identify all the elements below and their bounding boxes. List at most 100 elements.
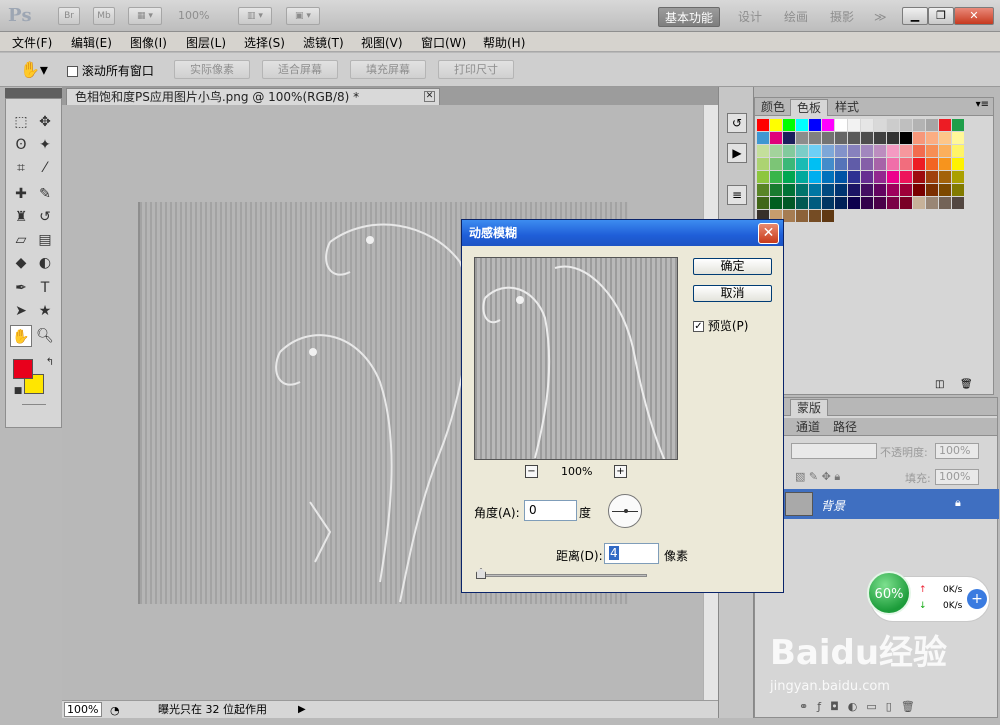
color-swatch[interactable] [874, 132, 886, 144]
dodge-tool-icon[interactable]: ◐ [34, 252, 56, 274]
color-swatch[interactable] [874, 184, 886, 196]
color-swatch[interactable] [757, 145, 769, 157]
color-swatch[interactable] [900, 184, 912, 196]
history-panel-icon[interactable]: ↺ [727, 113, 747, 133]
color-swatch[interactable] [757, 119, 769, 131]
actual-pixels-button[interactable]: 实际像素 [174, 60, 250, 79]
color-swatch[interactable] [926, 171, 938, 183]
color-swatch[interactable] [861, 132, 873, 144]
color-swatch[interactable] [835, 132, 847, 144]
angle-dial[interactable] [608, 494, 642, 528]
color-swatch[interactable] [952, 184, 964, 196]
filter-preview[interactable] [474, 257, 678, 460]
color-swatch[interactable] [848, 184, 860, 196]
color-swatch[interactable] [822, 171, 834, 183]
color-swatch[interactable] [887, 197, 899, 209]
color-swatch[interactable] [796, 171, 808, 183]
add-icon[interactable]: + [967, 589, 987, 609]
color-swatch[interactable] [939, 132, 951, 144]
color-swatch[interactable] [796, 132, 808, 144]
ok-button[interactable]: 确定 [693, 258, 772, 275]
zoom-tool-icon[interactable]: 🔍︎ [34, 325, 56, 347]
color-swatch[interactable] [913, 119, 925, 131]
panel-menu-icon[interactable]: ▾≡ [976, 99, 989, 110]
color-swatch[interactable] [770, 171, 782, 183]
color-swatch[interactable] [796, 145, 808, 157]
crop-tool-icon[interactable]: ⌗ [10, 157, 32, 179]
toolbox-header[interactable] [5, 88, 62, 98]
shape-tool-icon[interactable]: ★ [34, 300, 56, 322]
color-swatch[interactable] [835, 197, 847, 209]
distance-slider-track[interactable] [482, 574, 647, 577]
color-swatch[interactable] [809, 145, 821, 157]
color-swatch[interactable] [848, 145, 860, 157]
eraser-tool-icon[interactable]: ▱ [10, 229, 32, 251]
menu-file[interactable]: 文件(F) [12, 34, 52, 51]
workspace-design[interactable]: 设计 [732, 7, 768, 27]
color-swatch[interactable] [822, 145, 834, 157]
eyedropper-tool-icon[interactable]: ⁄ [34, 157, 56, 179]
color-swatch[interactable] [848, 197, 860, 209]
color-swatch[interactable] [770, 158, 782, 170]
bridge-button[interactable]: Br [58, 7, 80, 25]
zoom-in-button[interactable]: + [614, 465, 627, 478]
color-swatch[interactable] [770, 197, 782, 209]
distance-input[interactable]: 4 [604, 543, 659, 564]
color-swatch[interactable] [861, 145, 873, 157]
cancel-button[interactable]: 取消 [693, 285, 772, 302]
color-swatch[interactable] [835, 184, 847, 196]
screen-mode-button[interactable]: ▣ ▾ [286, 7, 320, 25]
foreground-color-swatch[interactable] [13, 359, 33, 379]
menu-view[interactable]: 视图(V) [361, 34, 403, 51]
color-swatch[interactable] [770, 145, 782, 157]
color-swatch[interactable] [913, 197, 925, 209]
color-swatch[interactable] [913, 184, 925, 196]
color-swatch[interactable] [822, 197, 834, 209]
color-swatch[interactable] [809, 210, 821, 222]
hand-tool-icon[interactable]: ✋ [10, 325, 32, 347]
color-swatch[interactable] [757, 171, 769, 183]
restore-button[interactable]: ❐ [928, 7, 954, 25]
actions-panel-icon[interactable]: ▶ [727, 143, 747, 163]
color-swatch[interactable] [822, 184, 834, 196]
color-swatch[interactable] [783, 197, 795, 209]
color-swatch[interactable] [874, 119, 886, 131]
color-swatch[interactable] [770, 132, 782, 144]
tab-paths[interactable]: 路径 [827, 419, 863, 436]
color-swatch[interactable] [848, 119, 860, 131]
color-swatch[interactable] [822, 119, 834, 131]
workspace-essentials[interactable]: 基本功能 [658, 7, 721, 27]
color-swatch[interactable] [770, 184, 782, 196]
close-window-button[interactable]: ✕ [954, 7, 994, 25]
lasso-tool-icon[interactable]: ʘ [10, 134, 32, 156]
color-swatch[interactable] [887, 158, 899, 170]
color-swatch[interactable] [861, 197, 873, 209]
color-swatch[interactable] [874, 197, 886, 209]
brush-tool-icon[interactable]: ✎ [34, 183, 56, 205]
status-menu-arrow-icon[interactable]: ▶ [298, 701, 306, 718]
color-swatch[interactable] [952, 158, 964, 170]
color-swatch[interactable] [757, 197, 769, 209]
distance-slider-thumb[interactable] [476, 568, 486, 579]
color-swatch[interactable] [952, 197, 964, 209]
color-swatch[interactable] [809, 184, 821, 196]
color-swatch[interactable] [848, 132, 860, 144]
type-tool-icon[interactable]: T [34, 277, 56, 299]
color-swatch[interactable] [783, 132, 795, 144]
new-swatch-icon[interactable]: ◫ [935, 379, 944, 390]
close-tab-icon[interactable]: ✕ [424, 91, 435, 102]
color-swatch[interactable] [939, 119, 951, 131]
workspace-painting[interactable]: 绘画 [778, 7, 814, 27]
arrange-documents-button[interactable]: ▥ ▾ [238, 7, 272, 25]
color-swatch[interactable] [939, 197, 951, 209]
color-swatch[interactable] [757, 132, 769, 144]
menu-image[interactable]: 图像(I) [130, 34, 167, 51]
more-workspaces-button[interactable]: ≫ [868, 7, 893, 27]
color-swatch[interactable] [822, 158, 834, 170]
color-swatch[interactable] [757, 184, 769, 196]
color-swatch[interactable] [926, 145, 938, 157]
zoom-out-button[interactable]: − [525, 465, 538, 478]
color-swatch[interactable] [926, 158, 938, 170]
color-swatch[interactable] [796, 119, 808, 131]
menu-select[interactable]: 选择(S) [244, 34, 285, 51]
